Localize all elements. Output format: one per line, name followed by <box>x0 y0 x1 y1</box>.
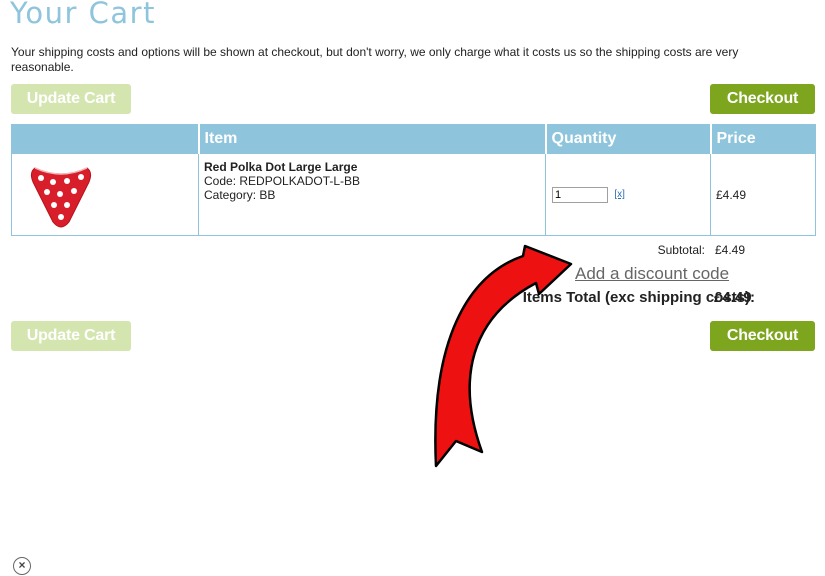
subtotal-value: £4.49 <box>715 243 746 257</box>
cart-table: Item Quantity Price Red Polka Dot Large … <box>11 124 816 236</box>
header-price: Price <box>709 124 816 154</box>
product-image[interactable] <box>29 160 93 230</box>
subtotal-label: Subtotal: <box>657 243 705 257</box>
product-image-cell <box>11 153 199 236</box>
item-details-cell: Red Polka Dot Large Large Code: REDPOLKA… <box>198 153 546 236</box>
close-icon[interactable]: × <box>13 557 31 575</box>
checkout-button-top[interactable]: Checkout <box>710 84 815 114</box>
header-image <box>11 124 199 154</box>
item-name: Red Polka Dot Large Large <box>204 160 358 174</box>
cart-table-header-row: Item Quantity Price <box>11 124 816 154</box>
quantity-cell: [x] <box>545 153 711 236</box>
remove-item-link[interactable]: [x] <box>614 189 625 200</box>
header-item: Item <box>197 124 546 154</box>
shipping-intro-text: Your shipping costs and options will be … <box>11 45 739 74</box>
page-title: Your Cart <box>10 0 156 30</box>
price-cell: £4.49 <box>710 153 816 236</box>
item-category: Category: BB <box>204 188 276 202</box>
add-discount-code-link[interactable]: Add a discount code <box>575 264 729 284</box>
update-cart-button-top[interactable]: Update Cart <box>11 84 131 114</box>
total-value: £4.49 <box>714 289 752 306</box>
update-cart-button-bottom[interactable]: Update Cart <box>11 321 131 351</box>
item-code: Code: REDPOLKADOT-L-BB <box>204 174 361 188</box>
checkout-button-bottom[interactable]: Checkout <box>710 321 815 351</box>
table-row: Red Polka Dot Large Large Code: REDPOLKA… <box>11 153 816 236</box>
header-quantity: Quantity <box>544 124 711 154</box>
quantity-input[interactable] <box>552 186 608 203</box>
